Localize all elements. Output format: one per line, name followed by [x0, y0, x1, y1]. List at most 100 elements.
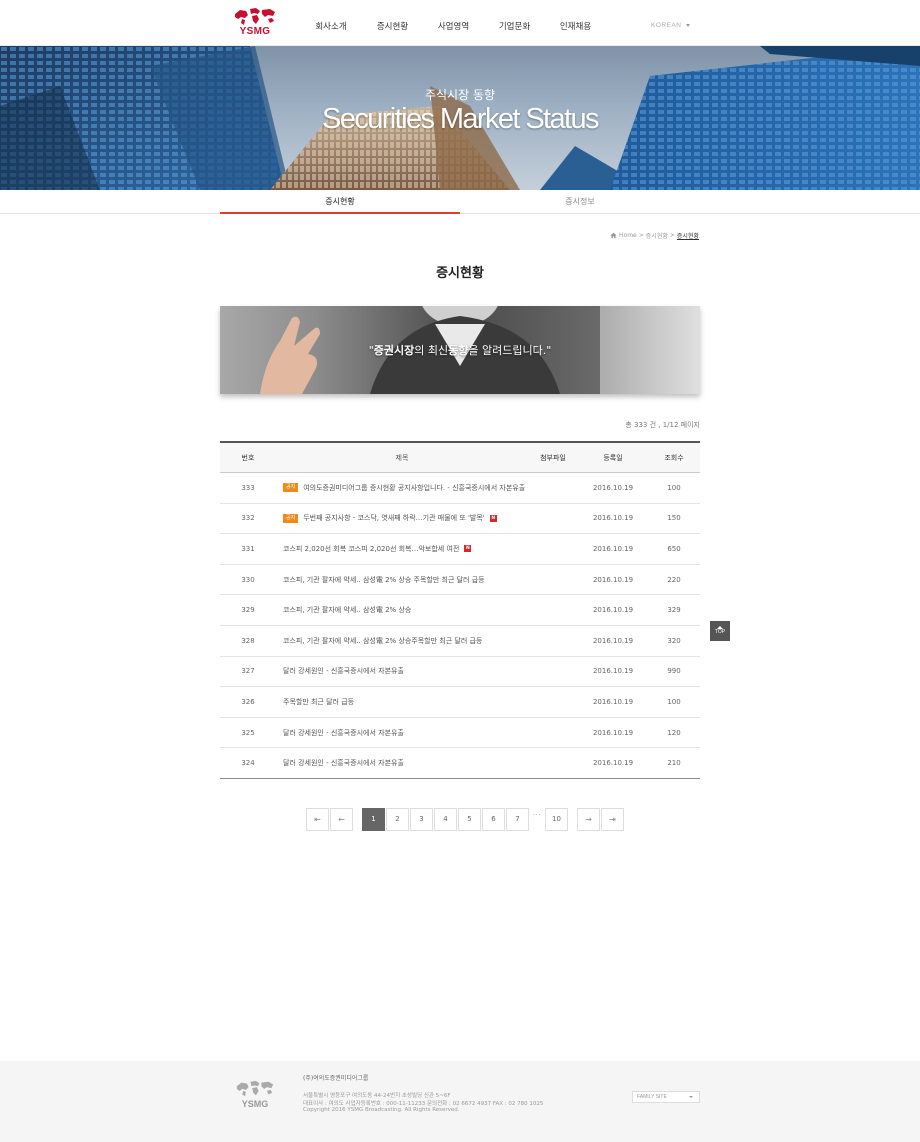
page-button[interactable]: 4: [434, 808, 457, 831]
row-title-link[interactable]: 코스피, 기관 팔자에 약세.. 삼성電 2% 상승주목할만 최근 달러 급등: [283, 636, 482, 646]
page-ellipsis: ···: [532, 811, 542, 819]
new-badge: N: [464, 545, 472, 553]
tab-market-info[interactable]: 증시정보: [460, 190, 700, 214]
table-row[interactable]: 326 주목할만 최근 달러 급등 2016.10.19 100: [220, 687, 700, 718]
row-number: 326: [241, 697, 255, 706]
breadcrumb-separator: >: [638, 232, 644, 239]
hero-title: Securities Market Status: [322, 103, 599, 135]
breadcrumb-current[interactable]: 증시현황: [677, 231, 699, 240]
page-button[interactable]: 3: [410, 808, 433, 831]
footer-company: (주)여의도증권미디어그룹: [303, 1075, 369, 1082]
tab-market-status[interactable]: 증시현황: [220, 190, 460, 214]
breadcrumb-level1[interactable]: 증시현황: [646, 231, 668, 240]
chevron-down-icon: [686, 24, 690, 27]
row-date: 2016.10.19: [592, 636, 634, 645]
row-title-cell: 코스피, 기관 팔자에 약세.. 삼성電 2% 상승 주목할만 최근 달러 급등: [276, 575, 528, 585]
table-header: 번호 제목 첨부파일 등록일 조회수: [220, 443, 700, 473]
board-table: 번호 제목 첨부파일 등록일 조회수 333 공지 여의도증권미디어그룹 증시현황 …: [220, 441, 700, 779]
row-title-link[interactable]: 여의도증권미디어그룹 증시현황 공지사항입니다. - 신흥국증시에서 자본유출: [303, 483, 525, 493]
row-number: 325: [241, 728, 255, 737]
row-title-cell: 달러 강세원인 - 신흥국증시에서 자본유출: [276, 728, 528, 738]
table-row[interactable]: 330 코스피, 기관 팔자에 약세.. 삼성電 2% 상승 주목할만 최근 달러…: [220, 565, 700, 596]
banner-bold-text: 동향: [448, 344, 469, 357]
breadcrumb-home[interactable]: Home: [619, 232, 637, 239]
row-title-link[interactable]: 달러 강세원인 - 신흥국증시에서 자본유출: [283, 758, 404, 768]
row-title-link[interactable]: 두번째 공지사항 - 코스닥, 엿새째 하락…기관 매물에 또 '발목': [303, 513, 485, 523]
row-title-link[interactable]: 달러 강세원인 - 신흥국증시에서 자본유출: [283, 728, 404, 738]
nav-item-market[interactable]: 증시현황: [362, 0, 423, 46]
page-button[interactable]: 1: [362, 808, 385, 831]
row-title-cell: 주목할만 최근 달러 급등: [276, 697, 528, 707]
row-title-cell: 공지 여의도증권미디어그룹 증시현황 공지사항입니다. - 신흥국증시에서 자본유…: [276, 483, 528, 493]
row-title-cell: 달러 강세원인 - 신흥국증시에서 자본유출: [276, 666, 528, 676]
row-views: 329: [667, 606, 681, 615]
home-icon: [610, 232, 617, 239]
family-site-select[interactable]: FAMILY SITE: [632, 1091, 700, 1103]
row-views: 220: [667, 575, 681, 584]
page-button[interactable]: 10: [545, 808, 568, 831]
scroll-top-button[interactable]: TOP: [710, 621, 730, 641]
row-date: 2016.10.19: [592, 728, 634, 737]
col-header-no: 번호: [241, 453, 255, 462]
col-header-title: 제목: [395, 453, 409, 462]
row-date: 2016.10.19: [592, 606, 634, 615]
footer-logo: YSMG: [233, 1079, 277, 1109]
banner-bold-text: 증권시장: [373, 344, 415, 357]
last-page-button[interactable]: ⇥: [601, 808, 624, 831]
nav-item-company[interactable]: 회사소개: [300, 0, 362, 46]
row-title-link[interactable]: 달러 강세원인 - 신흥국증시에서 자본유출: [283, 666, 404, 676]
row-date: 2016.10.19: [592, 667, 634, 676]
table-row[interactable]: 325 달러 강세원인 - 신흥국증시에서 자본유출 2016.10.19 120: [220, 718, 700, 749]
col-header-views: 조회수: [664, 453, 684, 462]
row-title-cell: 공지 두번째 공지사항 - 코스닥, 엿새째 하락…기관 매물에 또 '발목' N: [276, 513, 528, 523]
intro-banner: "증권시장의 최신동향을 알려드립니다.": [220, 306, 700, 394]
table-row[interactable]: 328 코스피, 기관 팔자에 약세.. 삼성電 2% 상승주목할만 최근 달러 …: [220, 626, 700, 657]
table-row[interactable]: 327 달러 강세원인 - 신흥국증시에서 자본유출 2016.10.19 990: [220, 657, 700, 688]
footer-info: 대표이사 : 여의도 사업자등록번호 : 000-11-11233 문의전화 :…: [303, 1101, 544, 1107]
first-page-button[interactable]: ⇤: [306, 808, 329, 831]
row-views: 320: [667, 636, 681, 645]
site-header: YSMG 회사소개 증시현황 사업영역 기업문화 인재채용 KOREAN: [0, 0, 920, 46]
post-count: 총 333 건 , 1/12 페이지: [625, 421, 700, 429]
table-row[interactable]: 332 공지 두번째 공지사항 - 코스닥, 엿새째 하락…기관 매물에 또 '발목…: [220, 504, 700, 535]
row-number: 328: [241, 636, 255, 645]
page-button[interactable]: 5: [458, 808, 481, 831]
row-title-link[interactable]: 코스피 2,020선 회복 코스피 2,020선 회복…악보합세 여전: [283, 544, 459, 554]
page-button[interactable]: 2: [386, 808, 409, 831]
nav-item-recruit[interactable]: 인재채용: [545, 0, 606, 46]
row-views: 650: [667, 544, 681, 553]
banner-text: 의 최신: [414, 344, 449, 357]
table-row[interactable]: 333 공지 여의도증권미디어그룹 증시현황 공지사항입니다. - 신흥국증시에서 …: [220, 473, 700, 504]
page-title: 증시현황: [436, 266, 484, 281]
page-button[interactable]: 7: [506, 808, 529, 831]
breadcrumb: Home > 증시현황 > 증시현황: [610, 231, 699, 240]
table-row[interactable]: 324 달러 강세원인 - 신흥국증시에서 자본유출 2016.10.19 210: [220, 748, 700, 779]
prev-page-button[interactable]: ←: [330, 808, 353, 831]
row-title-link[interactable]: 코스피, 기관 팔자에 약세.. 삼성電 2% 상승: [283, 605, 411, 615]
row-number: 331: [241, 544, 255, 553]
row-title-link[interactable]: 주목할만 최근 달러 급등: [283, 697, 354, 707]
next-page-button[interactable]: →: [577, 808, 600, 831]
notice-badge: 공지: [283, 513, 299, 523]
nav-item-business[interactable]: 사업영역: [423, 0, 484, 46]
table-body: 333 공지 여의도증권미디어그룹 증시현황 공지사항입니다. - 신흥국증시에서 …: [220, 473, 700, 779]
footer-copyright: Copyright 2016 YSMG Broadcasting. All Ri…: [303, 1107, 460, 1113]
row-number: 324: [241, 759, 255, 768]
logo-text: YSMG: [239, 26, 271, 37]
nav-item-culture[interactable]: 기업문화: [484, 0, 545, 46]
row-date: 2016.10.19: [592, 759, 634, 768]
row-title-cell: 달러 강세원인 - 신흥국증시에서 자본유출: [276, 758, 528, 768]
ysmg-logo[interactable]: YSMG: [232, 6, 278, 40]
table-row[interactable]: 329 코스피, 기관 팔자에 약세.. 삼성電 2% 상승 2016.10.19 3…: [220, 595, 700, 626]
world-map-icon: [236, 1080, 274, 1097]
page-button[interactable]: 6: [482, 808, 505, 831]
world-map-icon: [235, 8, 275, 25]
footer-address: 서울특별시 영등포구 여의도동 44-24번지 초성빌딩 신관 5~6F: [303, 1093, 451, 1099]
row-number: 329: [241, 606, 255, 615]
row-title-link[interactable]: 코스피, 기관 팔자에 약세.. 삼성電 2% 상승 주목할만 최근 달러 급등: [283, 575, 485, 585]
table-row[interactable]: 331 코스피 2,020선 회복 코스피 2,020선 회복…악보합세 여전 N 2…: [220, 534, 700, 565]
site-footer: YSMG (주)여의도증권미디어그룹 서울특별시 영등포구 여의도동 44-24…: [0, 1061, 920, 1142]
row-views: 120: [667, 728, 681, 737]
pagination: ⇤ ← 1 2 3 4 5 6 7 ··· 10 → ⇥: [306, 808, 624, 831]
